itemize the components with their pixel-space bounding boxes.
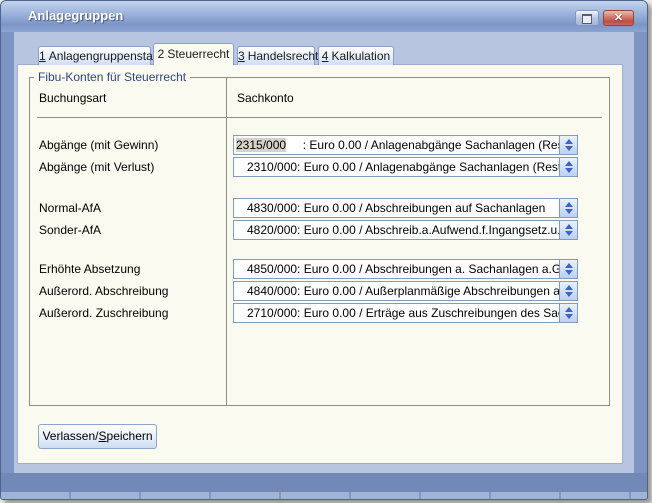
combo-value: 4850/000: Euro 0.00 / Abschreibungen a. … [234,260,559,278]
combo-erhoehte-absetzung[interactable]: 4850/000: Euro 0.00 / Abschreibungen a. … [233,259,578,279]
spinner-down-icon [565,292,573,297]
tab-handelsrecht[interactable]: 3Handelsrecht [237,46,315,65]
tab-label: Steuerrecht [167,47,229,61]
window-frame-bottom [1,473,647,492]
button-label: peichern [107,429,153,443]
spinner-up-icon [565,263,573,268]
account-description: : Euro 0.00 / Anlagenabgänge Sachanlagen… [286,138,559,152]
row-label-abgaenge-gewinn: Abgänge (mit Gewinn) [39,138,158,152]
button-mnemonic: S [99,429,107,443]
spinner-down-icon [565,314,573,319]
tab-number: 2 [158,47,165,61]
combo-value: 4840/000: Euro 0.00 / Außerplanmäßige Ab… [234,282,559,300]
combo-abgaenge-verlust[interactable]: 2310/000: Euro 0.00 / Anlagenabgänge Sac… [233,157,578,177]
spinner-up-icon [565,202,573,207]
column-header-sachkonto: Sachkonto [237,91,294,105]
spinner-down-icon [565,209,573,214]
spinner-up-icon [565,285,573,290]
combo-value: 2710/000: Euro 0.00 / Erträge aus Zuschr… [234,304,559,322]
spinner-control[interactable] [559,199,577,217]
restore-button[interactable] [575,10,599,26]
combo-normal-afa[interactable]: 4830/000: Euro 0.00 / Abschreibungen auf… [233,198,578,218]
spinner-down-icon [565,146,573,151]
tab-kalkulation[interactable]: 4Kalkulation [318,46,394,65]
spinner-control[interactable] [559,304,577,322]
restore-icon [582,14,592,24]
tab-anlagengruppenstamm[interactable]: 1Anlagengruppenstamm [38,46,151,65]
row-label-normal-afa: Normal-AfA [39,201,101,215]
row-label-ausserord-zuschreibung: Außerord. Zuschreibung [39,306,168,320]
spinner-control[interactable] [559,282,577,300]
tab-number: 1 [39,49,46,63]
spinner-up-icon [565,161,573,166]
combo-value: 4820/000: Euro 0.00 / Abschreib.a.Aufwen… [234,221,559,239]
window-title: Anlagegruppen [28,8,123,23]
spinner-control[interactable] [559,260,577,278]
spinner-down-icon [565,270,573,275]
combo-sonder-afa[interactable]: 4820/000: Euro 0.00 / Abschreib.a.Aufwen… [233,220,578,240]
spinner-up-icon [565,307,573,312]
close-button[interactable]: ✕ [603,10,634,26]
close-icon: ✕ [614,12,623,24]
spinner-down-icon [565,231,573,236]
title-bar[interactable]: Anlagegruppen ✕ [1,1,647,32]
row-label-sonder-afa: Sonder-AfA [39,223,101,237]
fieldset-legend: Fibu-Konten für Steuerrecht [34,70,190,84]
tab-steuerrecht[interactable]: 2Steuerrecht [153,43,234,65]
tab-number: 4 [322,49,329,63]
spinner-up-icon [565,224,573,229]
tab-label: Kalkulation [331,49,390,63]
window-resize-grip[interactable] [1,492,647,499]
row-label-abgaenge-verlust: Abgänge (mit Verlust) [39,160,154,174]
fieldset-fibu-konten [29,77,610,406]
combo-value: 2310/000: Euro 0.00 / Anlagenabgänge Sac… [234,158,559,176]
spinner-control[interactable] [559,158,577,176]
save-exit-button[interactable]: Verlassen/Speichern [38,424,157,449]
window: Anlagegruppen ✕ 1Anlagengruppenstamm 2St… [0,0,648,500]
spinner-up-icon [565,139,573,144]
row-label-erhoehte-absetzung: Erhöhte Absetzung [39,262,140,276]
combo-ausserord-abschreibung[interactable]: 4840/000: Euro 0.00 / Außerplanmäßige Ab… [233,281,578,301]
combo-abgaenge-gewinn[interactable]: 2315/000 : Euro 0.00 / Anlagenabgänge Sa… [233,135,578,155]
tab-number: 3 [238,49,245,63]
spinner-control[interactable] [559,136,577,154]
selected-account: 2315/000 [236,138,286,152]
column-divider [226,78,227,405]
button-label: Verlassen/ [42,429,98,443]
tab-label: Handelsrecht [248,49,319,63]
column-header-buchungsart: Buchungsart [39,91,106,105]
row-label-ausserord-abschreibung: Außerord. Abschreibung [39,284,168,298]
spinner-control[interactable] [559,221,577,239]
header-rule [37,117,602,118]
spinner-down-icon [565,168,573,173]
combo-ausserord-zuschreibung[interactable]: 2710/000: Euro 0.00 / Erträge aus Zuschr… [233,303,578,323]
combo-value: 2315/000 : Euro 0.00 / Anlagenabgänge Sa… [234,136,559,154]
combo-value: 4830/000: Euro 0.00 / Abschreibungen auf… [234,199,559,217]
